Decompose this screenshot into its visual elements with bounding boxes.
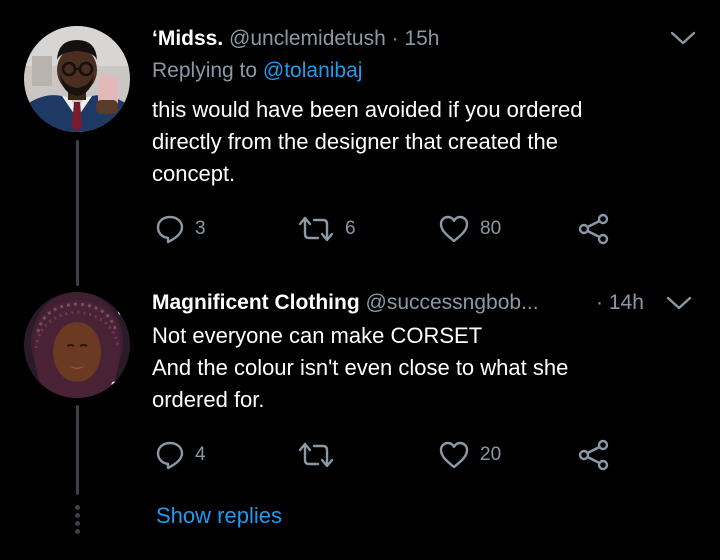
tweet-actions: 4 20 — [155, 437, 625, 473]
replying-to-line: Replying to @tolanibaj — [152, 59, 362, 83]
replying-to-handle[interactable]: @tolanibaj — [263, 59, 363, 82]
tweet-actions: 3 6 80 — [155, 211, 625, 247]
reply-icon — [156, 215, 184, 244]
heart-icon — [439, 441, 469, 469]
show-replies-link[interactable]: Show replies — [156, 503, 282, 529]
share-icon — [578, 439, 609, 471]
chevron-down-icon[interactable] — [668, 27, 698, 49]
thread-line-top — [76, 140, 79, 286]
reply-icon — [156, 441, 184, 470]
like-count: 20 — [480, 444, 502, 465]
tweet-text-line: Not everyone can make CORSET — [152, 323, 483, 348]
separator: · — [596, 291, 603, 314]
chevron-down-icon[interactable] — [664, 292, 694, 314]
like-button[interactable]: 80 — [438, 211, 501, 247]
reply-count: 3 — [195, 218, 206, 239]
retweet-button[interactable]: 6 — [297, 211, 356, 247]
avatar[interactable] — [24, 26, 130, 132]
share-button[interactable] — [578, 211, 610, 247]
tweet-text-line: ordered for. — [152, 387, 265, 412]
tweet-text-line: this would have been avoided if you orde… — [152, 97, 583, 122]
heart-icon — [439, 215, 469, 243]
tweet-text-line: concept. — [152, 161, 236, 186]
thread-ellipsis — [75, 505, 80, 534]
tweet-text: this would have been avoided if you orde… — [152, 94, 652, 190]
handle[interactable]: @successngbob... — [366, 291, 539, 314]
separator: · — [391, 27, 399, 50]
retweet-icon — [298, 216, 334, 242]
timestamp[interactable]: 15h — [404, 27, 439, 50]
retweet-count: 6 — [345, 218, 356, 239]
share-button[interactable] — [578, 437, 610, 473]
reply-button[interactable]: 4 — [155, 437, 206, 473]
tweet-text-line: directly from the designer that created … — [152, 129, 558, 154]
display-name[interactable]: Magnificent Clothing — [152, 291, 360, 314]
reply-count: 4 — [195, 444, 206, 465]
thread-line-bottom — [76, 405, 79, 495]
tweet-time: · 14h — [596, 290, 644, 316]
like-count: 80 — [480, 218, 502, 239]
avatar-photo-man — [24, 26, 130, 132]
timestamp[interactable]: 14h — [609, 291, 644, 314]
replying-to-label: Replying to — [152, 59, 258, 82]
retweet-button[interactable] — [297, 437, 345, 473]
avatar-photo-woman — [24, 292, 130, 398]
handle[interactable]: @unclemidetush — [229, 27, 386, 50]
tweet-header: Magnificent Clothing @successngbob... — [152, 290, 539, 316]
tweet-header: ‘Midss. @unclemidetush · 15h — [152, 26, 440, 52]
retweet-icon — [298, 442, 334, 468]
tweet-text: Not everyone can make CORSET And the col… — [152, 320, 652, 416]
share-icon — [578, 213, 609, 245]
avatar[interactable] — [24, 292, 130, 398]
like-button[interactable]: 20 — [438, 437, 501, 473]
display-name[interactable]: ‘Midss. — [152, 27, 223, 50]
tweet-text-line: And the colour isn't even close to what … — [152, 355, 569, 380]
reply-button[interactable]: 3 — [155, 211, 206, 247]
